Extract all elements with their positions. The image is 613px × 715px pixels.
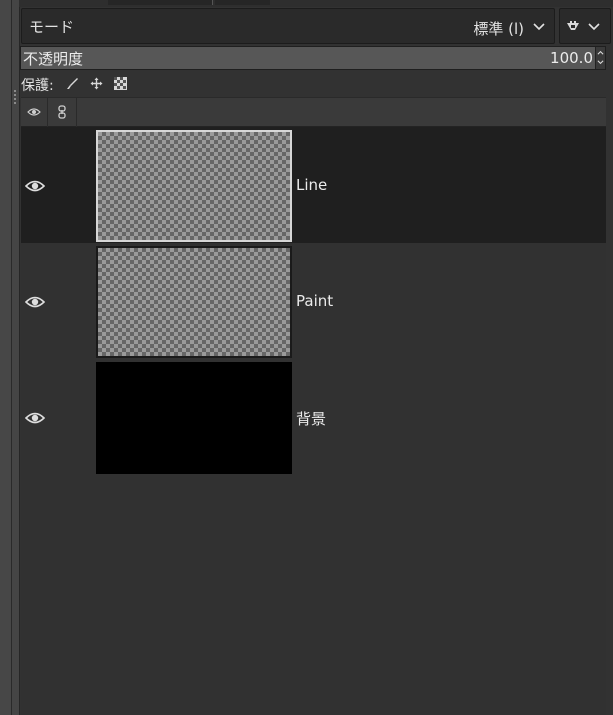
tab-previous[interactable] [108, 0, 213, 5]
mode-label: モード [29, 18, 75, 36]
tab-next[interactable] [215, 0, 270, 5]
layer-list[interactable]: Line Paint 背景 [21, 127, 606, 715]
header-link-column[interactable] [48, 98, 77, 127]
move-icon[interactable] [90, 77, 103, 90]
opacity-spinner[interactable] [595, 47, 605, 69]
dock-grip-handle[interactable] [14, 90, 16, 106]
composite-mode-button[interactable] [559, 8, 611, 44]
mode-value[interactable]: 標準 (l) [473, 18, 524, 39]
eye-icon [27, 108, 41, 116]
eye-icon[interactable] [25, 179, 45, 193]
opacity-label: 不透明度 [23, 50, 84, 68]
chevron-down-icon [588, 23, 600, 31]
layer-name[interactable]: Line [296, 176, 327, 194]
eye-icon[interactable] [25, 295, 45, 309]
layer-row[interactable]: 背景 [21, 359, 606, 475]
opacity-slider[interactable]: 不透明度 100.0 [20, 46, 606, 70]
chevron-down-icon[interactable] [532, 20, 546, 34]
layer-thumbnail[interactable] [96, 130, 292, 242]
layer-thumbnail[interactable] [96, 362, 292, 474]
layer-list-header [21, 97, 606, 127]
eye-icon[interactable] [25, 411, 45, 425]
opacity-fill [21, 47, 605, 69]
mode-select[interactable]: モード 標準 (l) [21, 8, 555, 44]
left-dock-strip [0, 0, 16, 715]
top-tabs [19, 0, 613, 7]
alpha-lock-icon[interactable] [114, 77, 127, 90]
layer-thumbnail[interactable] [96, 246, 292, 358]
lock-alpha-icon [567, 21, 579, 30]
header-visibility-column[interactable] [21, 98, 48, 127]
chevron-down-icon[interactable] [597, 59, 604, 66]
paintbrush-icon[interactable] [66, 77, 79, 90]
layer-name[interactable]: Paint [296, 292, 333, 310]
chain-icon [58, 105, 66, 119]
opacity-value[interactable]: 100.0 [550, 49, 593, 67]
layer-row[interactable]: Paint [21, 243, 606, 359]
layer-name[interactable]: 背景 [296, 408, 326, 429]
layer-row[interactable]: Line [21, 127, 606, 243]
chevron-up-icon[interactable] [597, 49, 604, 56]
protect-label: 保護: [21, 78, 54, 94]
mode-row: モード 標準 (l) [21, 8, 611, 44]
